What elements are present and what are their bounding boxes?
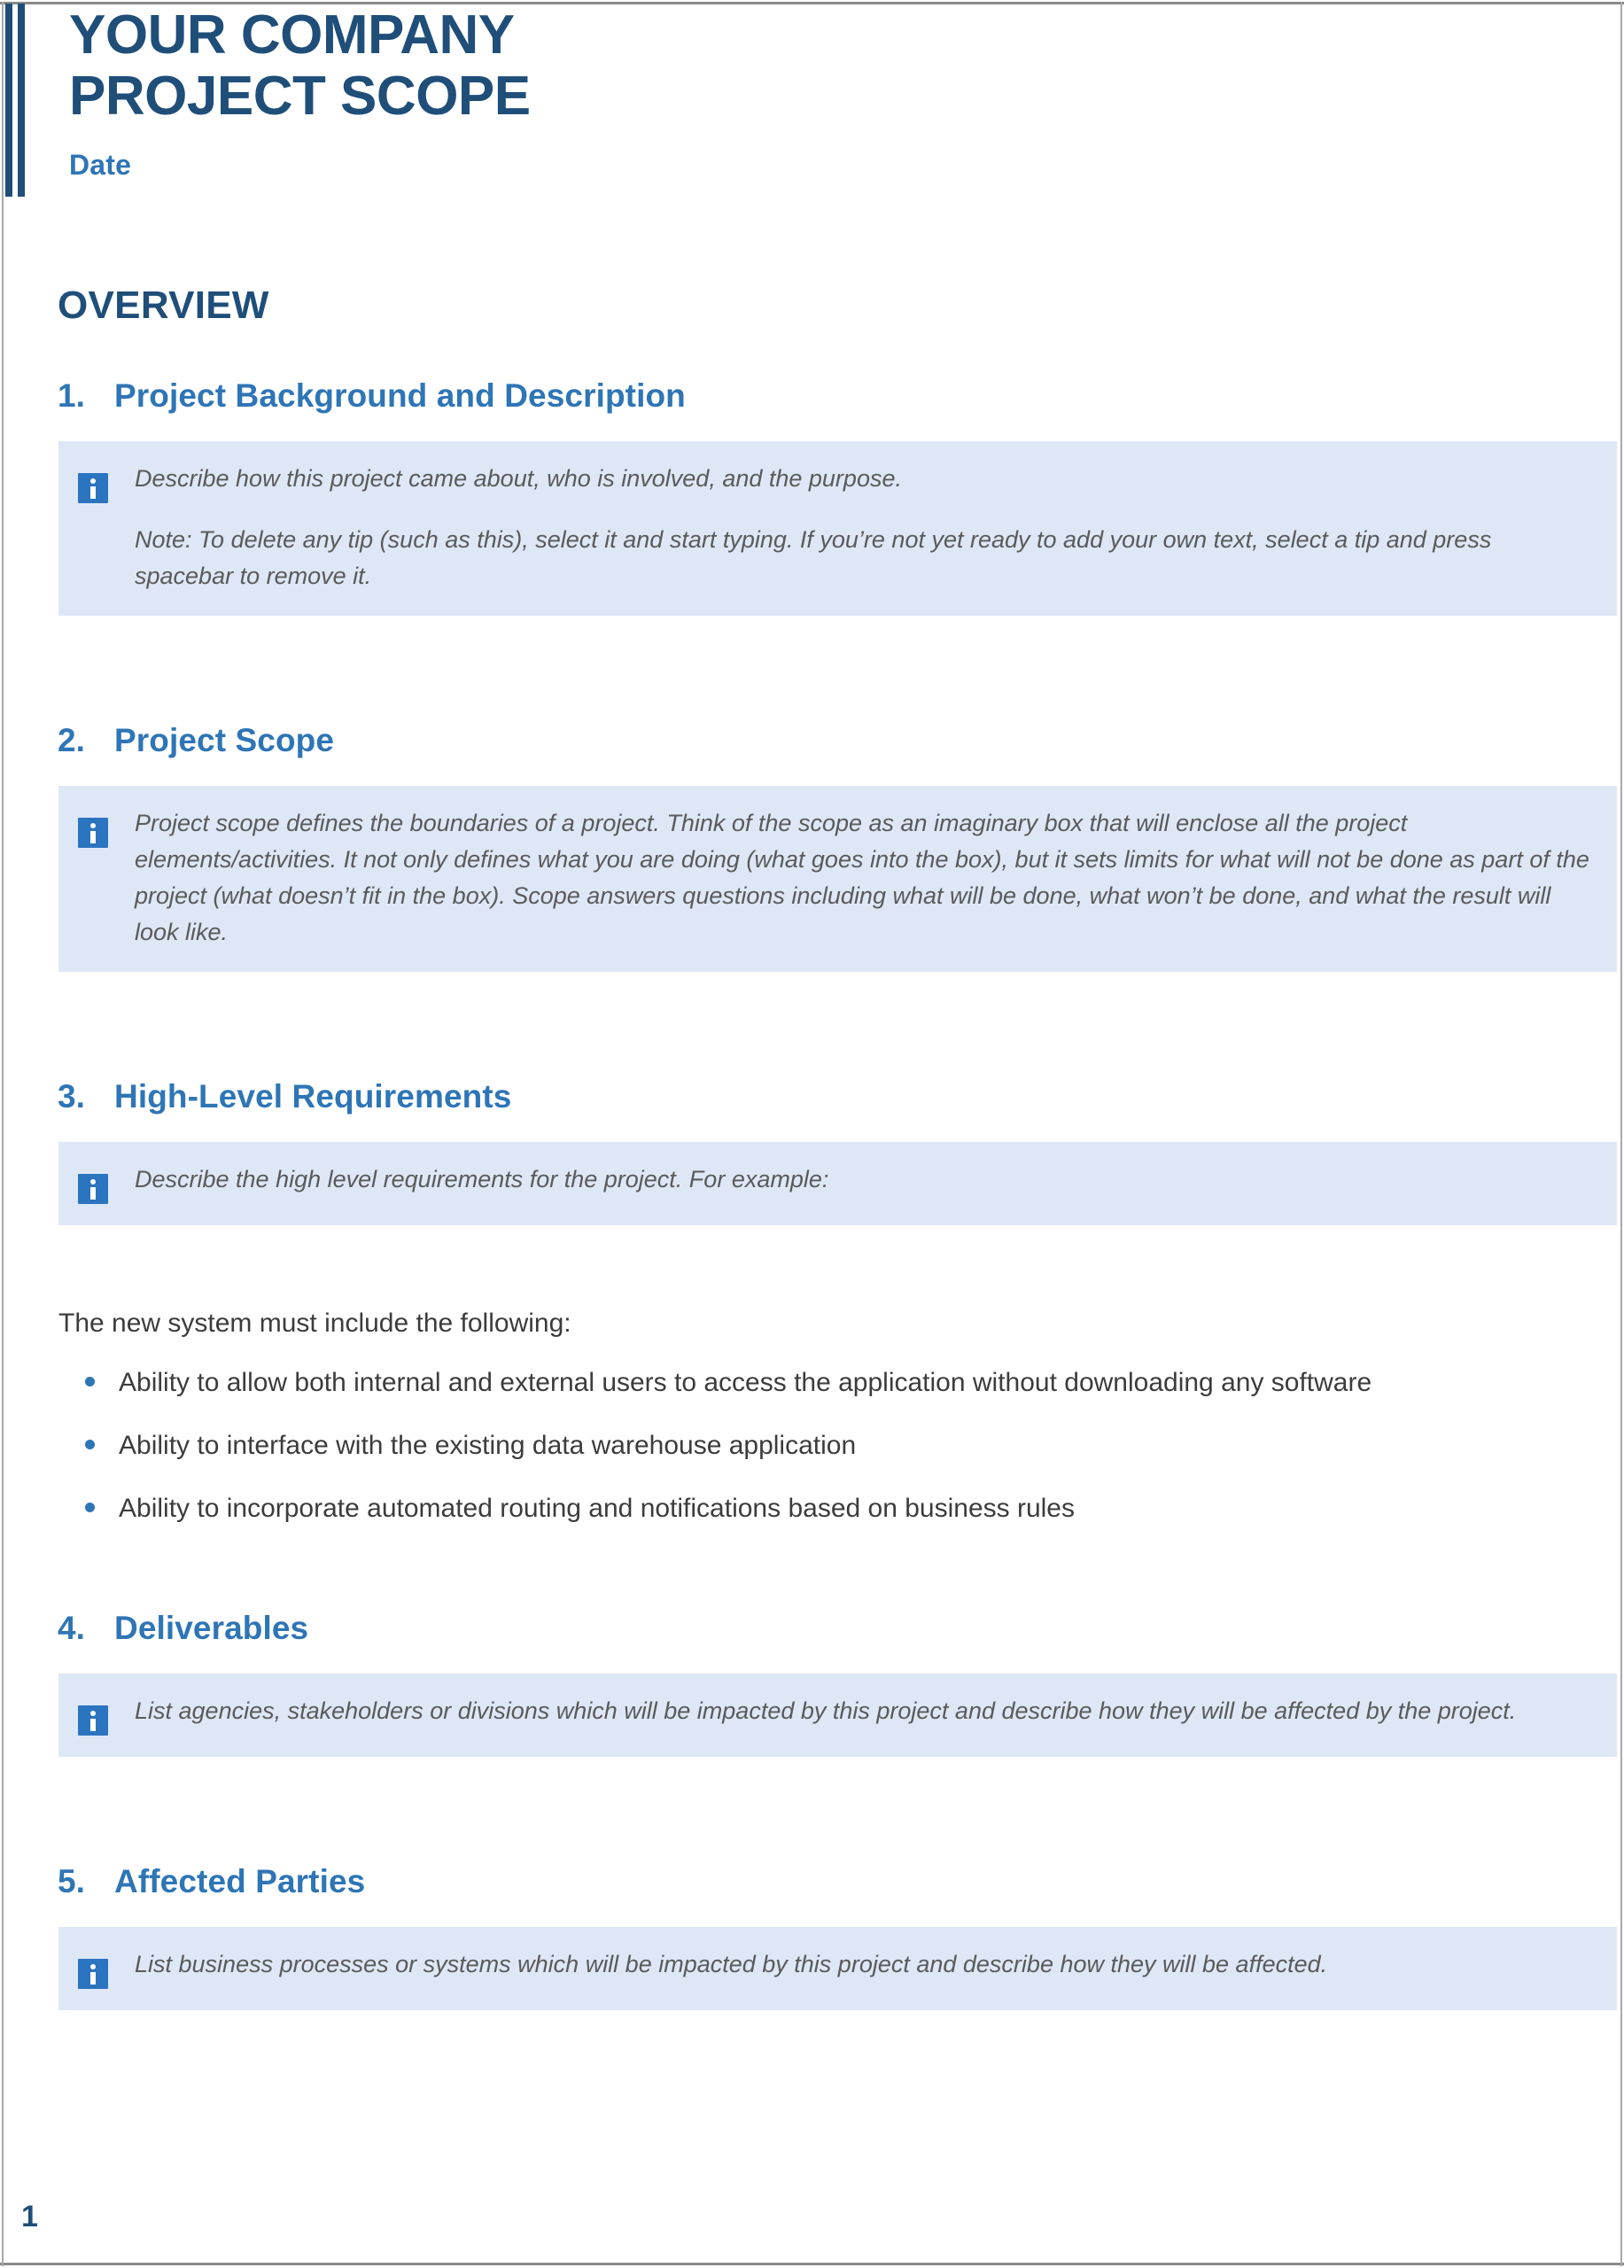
header-accent-bar-outer bbox=[5, 4, 12, 197]
section-title-3: High-Level Requirements bbox=[114, 1078, 512, 1115]
info-icon bbox=[78, 818, 108, 849]
tip-box-3[interactable]: Describe the high level requirements for… bbox=[58, 1142, 1617, 1226]
info-icon bbox=[78, 1174, 108, 1205]
tip-box-2[interactable]: Project scope defines the boundaries of … bbox=[58, 786, 1617, 973]
section-number-4: 4. bbox=[58, 1610, 86, 1647]
bullet-icon bbox=[85, 1440, 95, 1450]
info-icon bbox=[78, 1705, 108, 1736]
list-item-label: Ability to incorporate automated routing… bbox=[119, 1494, 1075, 1524]
bullet-icon bbox=[85, 1503, 95, 1513]
tip-text-5: List business processes or systems which… bbox=[135, 1946, 1590, 1983]
tip-box-5[interactable]: List business processes or systems which… bbox=[58, 1927, 1617, 2011]
section-number-3: 3. bbox=[58, 1078, 86, 1115]
section-deliverables: 4. Deliverables List agencies, stakehold… bbox=[0, 1610, 1624, 1758]
list-item-label: Ability to allow both internal and exter… bbox=[119, 1368, 1372, 1398]
document-title: YOUR COMPANY PROJECT SCOPE bbox=[69, 0, 1575, 128]
section-project-scope: 2. Project Scope Project scope defines t… bbox=[0, 722, 1624, 973]
title-line-subject: PROJECT SCOPE bbox=[69, 66, 531, 128]
section-heading-5: 5. Affected Parties bbox=[58, 1863, 1624, 1900]
list-item: Ability to incorporate automated routing… bbox=[58, 1488, 1624, 1528]
section-heading-2: 2. Project Scope bbox=[58, 722, 1624, 759]
tip-paragraph: Describe the high level requirements for… bbox=[135, 1166, 829, 1193]
section-title-2: Project Scope bbox=[114, 722, 335, 759]
tip-box-1[interactable]: Describe how this project came about, wh… bbox=[58, 441, 1617, 617]
section-title-5: Affected Parties bbox=[114, 1863, 366, 1900]
title-line-company: YOUR COMPANY bbox=[69, 4, 515, 66]
section-title-4: Deliverables bbox=[114, 1610, 309, 1647]
overview-heading: OVERVIEW bbox=[58, 284, 269, 327]
list-item-label: Ability to interface with the existing d… bbox=[119, 1431, 857, 1461]
section-project-background: 1. Project Background and Description De… bbox=[0, 377, 1624, 617]
info-icon bbox=[78, 1959, 108, 1990]
page-number: 1 bbox=[21, 2200, 38, 2233]
section-title-1: Project Background and Description bbox=[114, 377, 686, 414]
document-date-placeholder[interactable]: Date bbox=[69, 149, 1575, 182]
document-page: YOUR COMPANY PROJECT SCOPE Date OVERVIEW… bbox=[0, 0, 1624, 2268]
list-item: Ability to allow both internal and exter… bbox=[58, 1363, 1624, 1402]
tip-text-4: List agencies, stakeholders or divisions… bbox=[135, 1693, 1590, 1729]
tip-paragraph: List agencies, stakeholders or divisions… bbox=[135, 1697, 1517, 1725]
list-item: Ability to interface with the existing d… bbox=[58, 1425, 1624, 1465]
requirements-bullet-list: Ability to allow both internal and exter… bbox=[58, 1363, 1624, 1528]
document-body: OVERVIEW 1. Project Background and Descr… bbox=[0, 284, 1624, 2011]
bullet-icon bbox=[85, 1377, 95, 1387]
tip-paragraph: Note: To delete any tip (such as this), … bbox=[135, 526, 1492, 590]
tip-paragraph: Project scope defines the boundaries of … bbox=[135, 810, 1589, 946]
section-high-level-requirements: 3. High-Level Requirements Describe the … bbox=[0, 1078, 1624, 1528]
tip-paragraph: List business processes or systems which… bbox=[135, 1951, 1328, 1978]
section-heading-4: 4. Deliverables bbox=[58, 1610, 1624, 1647]
section-number-1: 1. bbox=[58, 377, 86, 414]
section-number-2: 2. bbox=[58, 722, 86, 759]
tip-box-4[interactable]: List agencies, stakeholders or divisions… bbox=[58, 1674, 1617, 1758]
info-icon bbox=[78, 473, 108, 503]
section-affected-parties: 5. Affected Parties List business proces… bbox=[0, 1863, 1624, 2011]
page-border-bottom bbox=[0, 2263, 1624, 2265]
tip-text-3: Describe the high level requirements for… bbox=[135, 1161, 1590, 1198]
header-accent-bar-inner bbox=[18, 4, 25, 197]
tip-text-2: Project scope defines the boundaries of … bbox=[135, 805, 1590, 951]
document-header: YOUR COMPANY PROJECT SCOPE Date bbox=[69, 0, 1575, 182]
section-heading-1: 1. Project Background and Description bbox=[58, 377, 1624, 415]
tip-text-1: Describe how this project came about, wh… bbox=[135, 461, 1590, 594]
requirements-intro-text: The new system must include the followin… bbox=[58, 1309, 571, 1339]
tip-paragraph: Describe how this project came about, wh… bbox=[135, 465, 902, 492]
section-number-5: 5. bbox=[58, 1863, 86, 1900]
section-heading-3: 3. High-Level Requirements bbox=[58, 1078, 1624, 1115]
